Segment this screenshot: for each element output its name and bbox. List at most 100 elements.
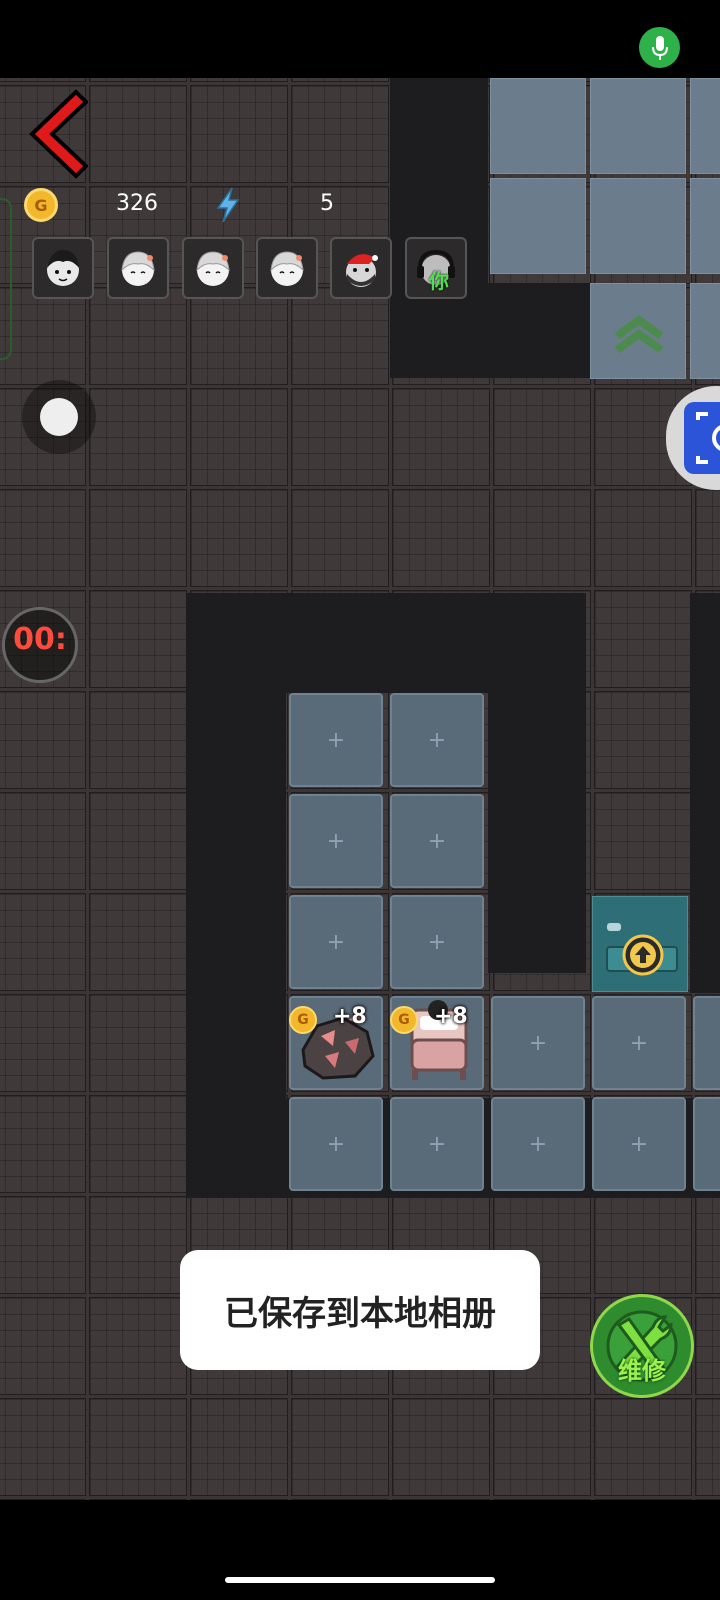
repair-label: 维修 [618, 1357, 666, 1385]
girl-face-icon [47, 250, 79, 286]
player-avatar[interactable] [182, 237, 244, 299]
wall-left [186, 593, 286, 1113]
room-slot[interactable]: + [491, 1097, 585, 1191]
floor-tile [0, 994, 86, 1092]
floor-tile [89, 85, 187, 183]
microphone-icon[interactable] [639, 27, 680, 68]
granny-face-icon [270, 251, 304, 286]
floor-tile [291, 1398, 389, 1496]
granny-face-icon [196, 251, 230, 286]
floor-tile [594, 792, 692, 890]
room-slot[interactable]: + [289, 895, 383, 989]
floor-tile [493, 388, 591, 486]
lightning-icon [214, 186, 242, 228]
floor-tile [89, 1398, 187, 1496]
floor-tile [0, 792, 86, 890]
wall-right [488, 593, 586, 973]
floor-tile [190, 489, 288, 587]
repair-button[interactable]: 维修 [590, 1294, 694, 1398]
floor-tile [89, 78, 187, 82]
exit-tile[interactable] [590, 283, 686, 379]
player-avatar[interactable] [32, 237, 94, 299]
floor-tile [89, 893, 187, 991]
room-slot[interactable]: + [592, 1097, 686, 1191]
room-slot[interactable]: + [390, 794, 484, 888]
player-avatar-self[interactable]: 你 [405, 237, 467, 299]
floor-tile [695, 1297, 720, 1395]
floor-tile [89, 287, 187, 385]
floor-tile [0, 78, 86, 82]
joystick-knob[interactable] [40, 398, 78, 436]
floor-tile [190, 388, 288, 486]
floor-tile [89, 1196, 187, 1294]
floor-tile [0, 1196, 86, 1294]
coin-icon: G [24, 188, 58, 222]
energy-count: 5 [320, 191, 334, 216]
room-slot[interactable]: + [491, 996, 585, 1090]
floor-tile [594, 1196, 692, 1294]
floor-tile [594, 590, 692, 688]
wall-far-right [690, 593, 720, 993]
joystick[interactable] [22, 380, 96, 454]
coin-count: 326 [116, 191, 158, 216]
floor-tile [190, 287, 288, 385]
floor-tile [594, 1398, 692, 1496]
room-slot[interactable]: + [289, 794, 383, 888]
room-slot[interactable]: + [693, 1097, 720, 1191]
floor-tile [89, 1297, 187, 1395]
reward-label: +8 [434, 1004, 468, 1029]
player-avatar[interactable] [330, 237, 392, 299]
toast-text: 已保存到本地相册 [224, 1293, 496, 1334]
coin-icon: G [289, 1006, 317, 1034]
floor-tile [0, 691, 86, 789]
room-slot[interactable]: + [693, 996, 720, 1090]
upgrade-tile[interactable] [592, 896, 688, 992]
room-slot[interactable]: + [289, 1097, 383, 1191]
bed-item[interactable]: G +8 [390, 996, 486, 1092]
side-drawer-tab[interactable] [0, 198, 12, 360]
timer: 00: [2, 607, 78, 683]
status-bar [0, 0, 720, 78]
floor-tile [89, 994, 187, 1092]
floor-tile [695, 1398, 720, 1496]
floor-tile [493, 1398, 591, 1496]
granny-face-icon [121, 251, 155, 286]
floor-tile [291, 489, 389, 587]
camera-icon [684, 402, 720, 474]
floor-tile [0, 1398, 86, 1496]
floor-tile [594, 691, 692, 789]
santa-ghost-icon [346, 254, 378, 287]
floor-tile [190, 85, 288, 183]
floor-tile [291, 78, 389, 82]
floor-tile [291, 85, 389, 183]
home-indicator[interactable] [225, 1577, 495, 1583]
room-slot[interactable]: + [390, 895, 484, 989]
floor-tile [89, 590, 187, 688]
room-slot[interactable]: + [592, 996, 686, 1090]
floor-tile [695, 489, 720, 587]
floor-tile [89, 792, 187, 890]
floor-tile [291, 287, 389, 385]
room-slot[interactable]: + [390, 693, 484, 787]
floor-tile [190, 78, 288, 82]
floor-tile [392, 1398, 490, 1496]
floor-tile [0, 1095, 86, 1193]
player-avatar[interactable] [256, 237, 318, 299]
floor-tile [291, 388, 389, 486]
floor-tile [392, 388, 490, 486]
floor-tile [0, 1297, 86, 1395]
room-slot[interactable]: + [289, 693, 383, 787]
floor-tile [493, 489, 591, 587]
floor-tile [0, 489, 86, 587]
coin-icon: G [390, 1006, 418, 1034]
room-slot[interactable]: + [390, 1097, 484, 1191]
player-avatar[interactable] [107, 237, 169, 299]
timer-text: 00: [13, 622, 67, 657]
floor-tile [89, 489, 187, 587]
floor-tile [190, 1398, 288, 1496]
bottom-nav-bar [0, 1500, 720, 1600]
floor-tile [392, 489, 490, 587]
toast-message: 已保存到本地相册 [180, 1250, 540, 1370]
ore-item[interactable]: G +8 [289, 996, 385, 1092]
back-button[interactable] [24, 88, 89, 180]
